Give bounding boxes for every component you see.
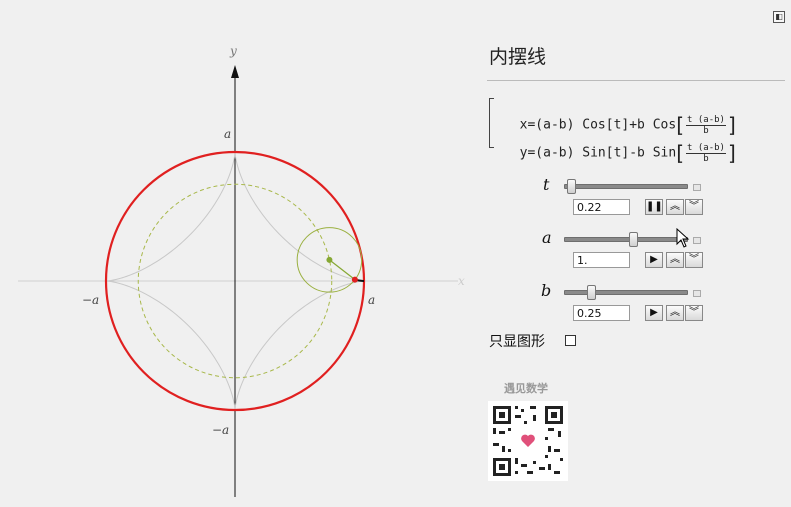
equation-y-text: y=(a-b) Sin[t]-b Sin (519, 145, 677, 161)
a-value-field[interactable]: 1. (573, 252, 630, 268)
faster-icon[interactable]: ︽ (666, 252, 684, 268)
t-value-field[interactable]: 0.22 (573, 199, 630, 215)
tick-pos-x: a (368, 293, 375, 307)
a-slider[interactable] (564, 237, 688, 242)
a-expand-icon[interactable] (693, 237, 701, 244)
show-graph-only-checkbox[interactable] (565, 335, 576, 346)
b-expand-icon[interactable] (693, 290, 701, 297)
t-expand-icon[interactable] (693, 184, 701, 191)
equation-y-fraction: t (a-b) b (686, 142, 726, 164)
play-icon[interactable]: ▶ (645, 252, 663, 268)
slower-icon[interactable]: ︾ (685, 252, 703, 268)
tick-neg-y: −a (212, 423, 229, 437)
a-label: a (542, 228, 552, 247)
equation-y: y=(a-b) Sin[t]-b Sin[t (a-b) b] (519, 141, 736, 165)
qr-title: 遇见数学 (504, 382, 548, 395)
tick-neg-x: −a (82, 293, 99, 307)
t-slider-thumb[interactable] (567, 179, 577, 194)
rolling-radius-line (329, 259, 356, 281)
b-value-field[interactable]: 0.25 (573, 305, 630, 321)
t-slider[interactable] (564, 184, 688, 189)
slower-icon[interactable]: ︾ (685, 305, 703, 321)
x-axis-label: x (458, 274, 465, 288)
b-label: b (541, 281, 552, 300)
y-axis-arrow-icon (231, 65, 239, 78)
panel-title: 内摆线 (489, 46, 547, 68)
faster-icon[interactable]: ︽ (666, 305, 684, 321)
b-slider[interactable] (564, 290, 688, 295)
collapse-icon[interactable]: ◧ (773, 11, 785, 23)
equation-brace (489, 98, 494, 148)
slower-icon[interactable]: ︾ (685, 199, 703, 215)
tick-pos-y: a (224, 127, 231, 141)
t-label: t (543, 175, 550, 194)
qr-code-image (488, 401, 568, 481)
y-axis-label: y (229, 44, 237, 58)
title-divider (487, 80, 785, 81)
mouse-cursor-icon (676, 228, 690, 248)
rolling-center-point (326, 256, 333, 263)
b-slider-thumb[interactable] (586, 285, 596, 300)
faster-icon[interactable]: ︽ (666, 199, 684, 215)
show-graph-only-label: 只显图形 (489, 334, 545, 350)
trace-point (351, 276, 358, 283)
play-icon[interactable]: ▶ (645, 305, 663, 321)
plot-canvas: y x a −a −a a (18, 44, 465, 497)
qr-code-icon (488, 401, 568, 481)
a-slider-thumb[interactable] (628, 232, 638, 247)
pause-icon[interactable]: ❚❚ (645, 199, 663, 215)
